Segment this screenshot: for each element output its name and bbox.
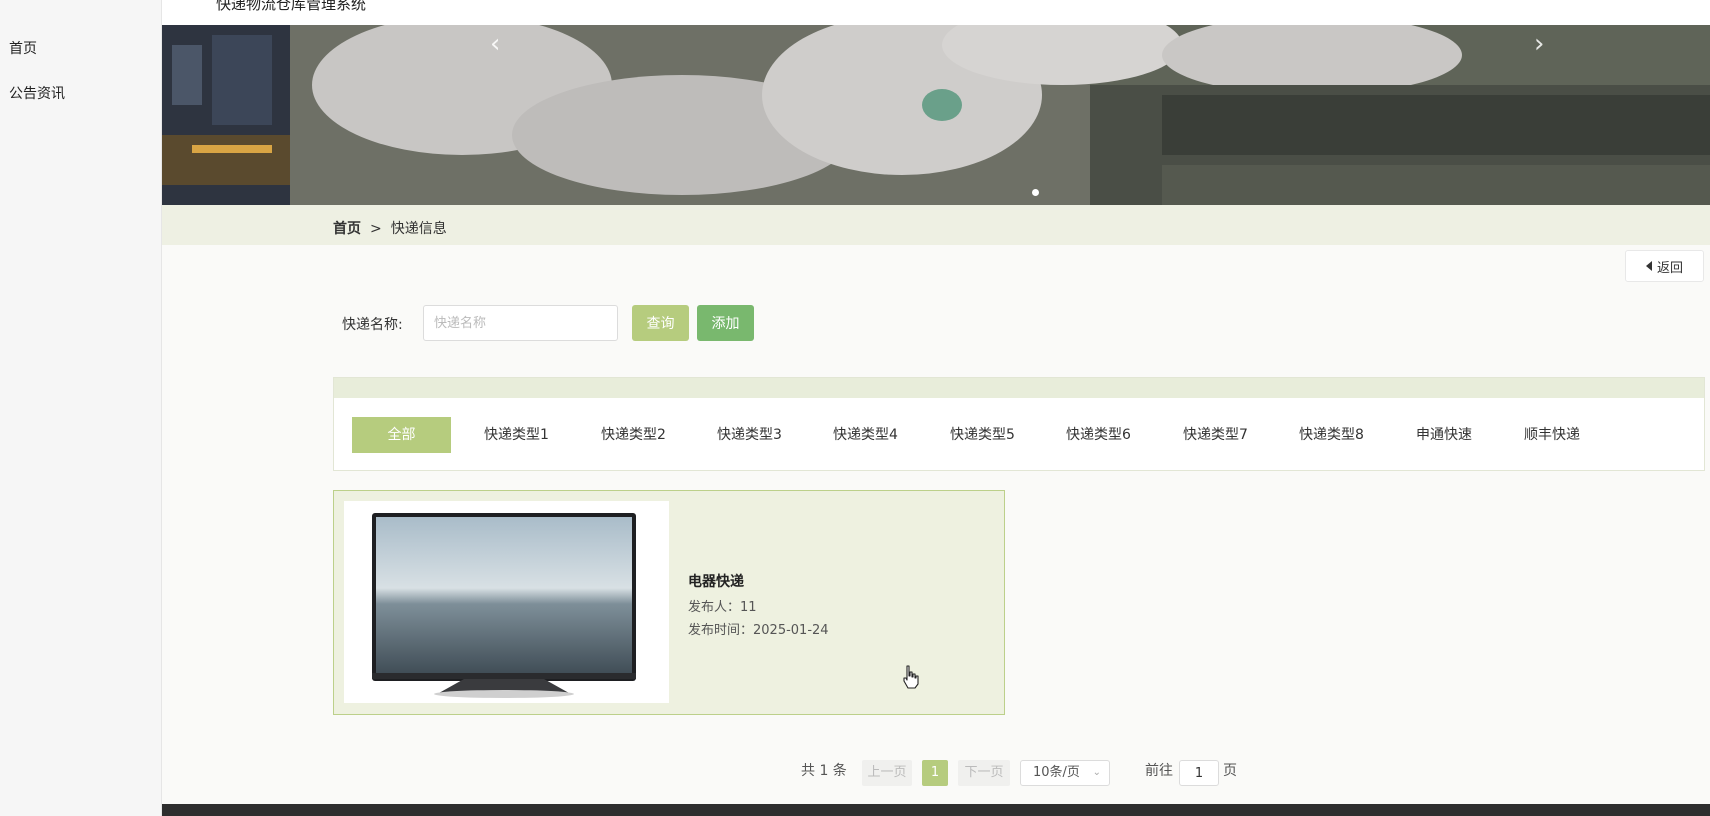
top-bar: 快递物流仓库管理系统 <box>162 0 1710 25</box>
category-item[interactable]: 快递类型7 <box>1183 417 1248 453</box>
footer <box>162 804 1710 816</box>
pagination-page-button[interactable]: 1 <box>922 760 948 786</box>
pagination-goto-input[interactable] <box>1179 760 1219 786</box>
category-item[interactable]: 快递类型6 <box>1066 417 1131 453</box>
hand-cursor-icon <box>903 665 919 689</box>
chevron-down-icon: ⌄ <box>1092 767 1101 778</box>
back-button-label: 返回 <box>1656 260 1683 276</box>
carousel-indicator[interactable] <box>1032 189 1039 196</box>
item-publisher: 发布人：11 <box>688 600 757 615</box>
chevron-right-icon: › <box>1534 29 1545 59</box>
search-label: 快递名称: <box>342 317 403 333</box>
chevron-left-icon: ‹ <box>490 29 501 59</box>
page-size-select[interactable]: 10条/页 ⌄ <box>1020 760 1110 786</box>
breadcrumb: 首页 > 快递信息 <box>333 218 447 238</box>
breadcrumb-separator: > <box>370 221 382 237</box>
pagination-goto-suffix: 页 <box>1223 763 1237 779</box>
caret-left-icon <box>1645 261 1652 271</box>
sidebar: 首页 公告资讯 <box>0 0 162 816</box>
category-item[interactable]: 顺丰快递 <box>1524 417 1580 453</box>
category-item[interactable]: 快递类型5 <box>950 417 1015 453</box>
item-publish-time: 发布时间：2025-01-24 <box>688 623 829 638</box>
carousel-next-arrow[interactable]: › <box>1534 31 1544 57</box>
search-input[interactable] <box>423 305 618 341</box>
carousel-prev-arrow[interactable]: ‹ <box>490 31 500 57</box>
pagination-total: 共 1 条 <box>801 763 847 779</box>
category-item[interactable]: 快递类型4 <box>833 417 898 453</box>
back-button[interactable]: 返回 <box>1625 250 1704 282</box>
banner-carousel[interactable]: ‹ › <box>162 25 1710 205</box>
add-button[interactable]: 添加 <box>697 305 754 341</box>
category-item[interactable]: 申通快速 <box>1416 417 1472 453</box>
sidebar-item-announcements[interactable]: 公告资讯 <box>9 83 65 103</box>
category-item[interactable]: 快递类型3 <box>717 417 782 453</box>
pagination-next-button[interactable]: 下一页 <box>958 760 1010 786</box>
breadcrumb-home[interactable]: 首页 <box>333 221 361 237</box>
category-item[interactable]: 快递类型1 <box>484 417 549 453</box>
query-button[interactable]: 查询 <box>632 305 689 341</box>
item-title[interactable]: 电器快递 <box>688 571 744 591</box>
pagination-goto-label: 前往 <box>1145 763 1173 779</box>
category-item[interactable]: 快递类型8 <box>1299 417 1364 453</box>
page-size-value: 10条/页 <box>1033 765 1080 780</box>
category-item[interactable]: 快递类型2 <box>601 417 666 453</box>
television-image <box>344 501 669 703</box>
app-title: 快递物流仓库管理系统 <box>216 0 367 13</box>
sidebar-item-home[interactable]: 首页 <box>9 38 37 58</box>
pagination-prev-button[interactable]: 上一页 <box>862 760 912 786</box>
breadcrumb-bar: 首页 > 快递信息 <box>162 205 1710 245</box>
category-all[interactable]: 全部 <box>352 417 451 453</box>
category-panel: 全部 快递类型1 快递类型2 快递类型3 快递类型4 快递类型5 快递类型6 快… <box>333 377 1705 471</box>
category-strip <box>334 378 1704 398</box>
banner-image <box>162 25 1710 205</box>
breadcrumb-current: 快递信息 <box>390 221 447 237</box>
